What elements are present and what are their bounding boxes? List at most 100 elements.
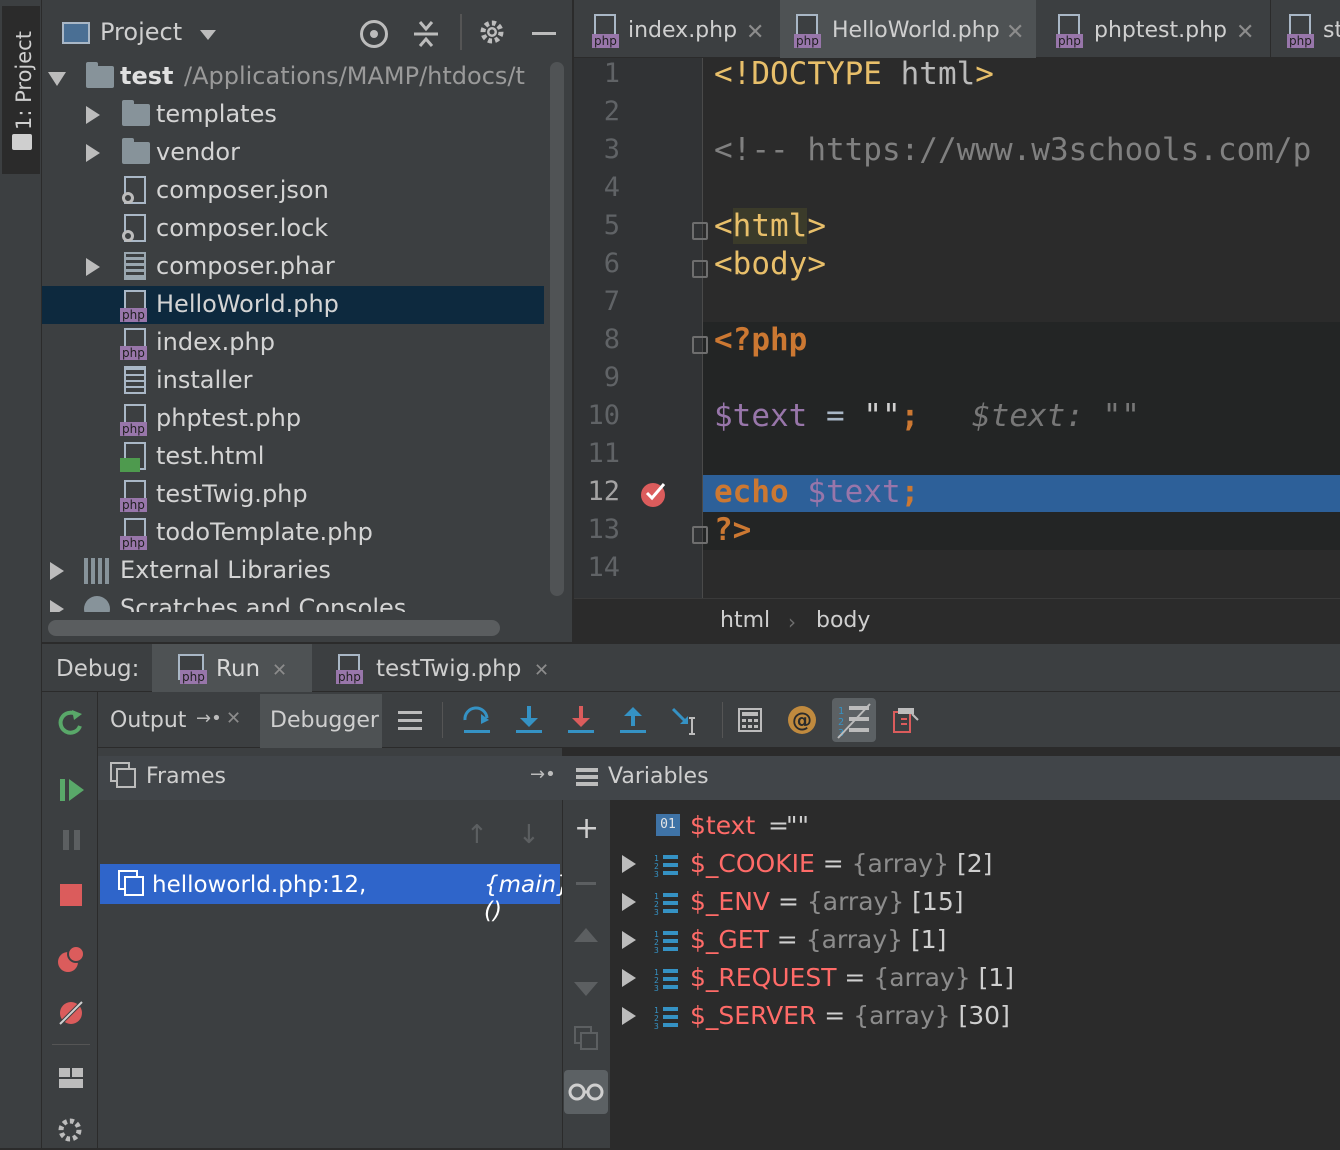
pause-icon[interactable]	[60, 828, 84, 852]
close-icon[interactable]: ✕	[746, 20, 764, 45]
tree-root[interactable]: test /Applications/MAMP/htdocs/t	[42, 58, 544, 96]
expand-arrow-icon[interactable]	[86, 106, 100, 124]
variables-icon	[576, 766, 598, 788]
tree-item-composer-lock[interactable]: composer.lock	[42, 210, 544, 248]
tree-item-composer-phar[interactable]: composer.phar	[42, 248, 544, 286]
rerun-icon[interactable]	[56, 708, 84, 736]
view-breakpoints-icon[interactable]	[56, 944, 86, 974]
tab-testtwig-php[interactable]: php testTwig.php ✕	[318, 644, 568, 692]
close-icon[interactable]: ✕	[226, 708, 241, 729]
expand-arrow-icon[interactable]	[50, 600, 64, 612]
variable-value: [1]	[903, 925, 947, 954]
project-tool-window-label[interactable]: 1: Project	[4, 20, 38, 130]
at-sign-icon[interactable]: @	[788, 706, 816, 734]
variable-name: $_REQUEST	[690, 963, 837, 992]
expand-arrow-icon[interactable]	[622, 969, 636, 987]
fold-icon[interactable]	[692, 222, 708, 240]
tab-st[interactable]: php st	[1270, 0, 1340, 58]
project-title[interactable]: Project	[100, 18, 182, 46]
fold-icon[interactable]	[692, 260, 708, 278]
expand-arrow-icon[interactable]	[86, 144, 100, 162]
breadcrumb-item-body[interactable]: body	[816, 608, 870, 633]
duplicate-watch-icon[interactable]	[574, 1026, 600, 1052]
force-step-into-icon[interactable]	[566, 704, 596, 736]
tab-helloworld-php[interactable]: php HelloWorld.php ✕	[780, 0, 1036, 62]
tab-index-php[interactable]: php index.php ✕	[578, 0, 774, 58]
tree-item-vendor[interactable]: vendor	[42, 134, 544, 172]
close-icon[interactable]: ✕	[1236, 20, 1254, 45]
expand-arrow-icon[interactable]	[622, 855, 636, 873]
tree-item-helloworld-php[interactable]: php HelloWorld.php	[42, 286, 544, 324]
tab-run[interactable]: php Run ✕	[152, 644, 312, 692]
step-out-icon[interactable]	[618, 704, 648, 736]
gear-icon[interactable]	[478, 18, 506, 46]
expand-arrow-icon[interactable]	[622, 931, 636, 949]
frame-location: helloworld.php:12,	[152, 872, 374, 898]
tab-output[interactable]: Output →• ✕	[98, 694, 256, 748]
expand-arrow-icon[interactable]	[622, 1007, 636, 1025]
watches-toggle[interactable]	[564, 1070, 608, 1114]
run-to-cursor-icon[interactable]	[670, 704, 702, 736]
expand-arrow-icon[interactable]	[50, 562, 64, 580]
variable-value: [15]	[904, 887, 964, 916]
arrow-down-icon[interactable]: ↓	[518, 820, 540, 850]
hide-panel-icon[interactable]	[532, 32, 556, 35]
variable-token: $text	[807, 474, 901, 510]
close-icon[interactable]: ✕	[534, 660, 549, 681]
settings-icon[interactable]	[56, 1116, 86, 1146]
show-values-toggle[interactable]: 123	[832, 698, 876, 742]
show-execution-point-icon[interactable]	[396, 708, 424, 734]
pin-icon[interactable]: →•	[196, 708, 222, 729]
tag-close: >	[807, 246, 826, 282]
evaluate-expression-icon[interactable]	[738, 708, 762, 732]
tab-phptest-php[interactable]: php phptest.php ✕	[1042, 0, 1264, 58]
tree-item-todotemplate-php[interactable]: php todoTemplate.php	[42, 514, 544, 552]
pin-icon[interactable]: →•	[530, 764, 556, 785]
arrow-up-icon[interactable]: ↑	[466, 820, 488, 850]
frame-row[interactable]: helloworld.php:12, {main}()	[100, 864, 571, 924]
tree-item-label: composer.lock	[156, 214, 329, 242]
tree-item-external-libraries[interactable]: External Libraries	[42, 552, 544, 590]
collapse-all-icon[interactable]	[412, 20, 440, 48]
resume-icon[interactable]	[58, 776, 86, 804]
close-icon[interactable]: ✕	[272, 660, 287, 681]
close-icon[interactable]: ✕	[1006, 20, 1024, 45]
tree-item-installer[interactable]: installer	[42, 362, 544, 400]
php-badge: php	[794, 34, 821, 48]
tree-item-testtwig-php[interactable]: php testTwig.php	[42, 476, 544, 514]
layout-icon[interactable]	[58, 1066, 84, 1090]
fold-icon[interactable]	[692, 336, 708, 354]
php-badge: php	[120, 498, 147, 512]
chevron-down-icon[interactable]	[200, 30, 216, 40]
expand-arrow-icon[interactable]	[86, 258, 100, 276]
tree-item-phptest-php[interactable]: php phptest.php	[42, 400, 544, 438]
add-watch-icon[interactable]: +	[574, 814, 599, 844]
horizontal-scrollbar[interactable]	[48, 620, 500, 636]
expand-arrow-icon[interactable]	[622, 893, 636, 911]
step-into-icon[interactable]	[514, 704, 544, 736]
fold-icon[interactable]	[692, 526, 708, 544]
step-over-icon[interactable]	[462, 704, 492, 736]
restore-layout-icon[interactable]	[892, 706, 920, 734]
tree-item-scratches[interactable]: Scratches and Consoles	[42, 590, 544, 612]
line-number: 6	[603, 248, 620, 279]
tree-item-composer-json[interactable]: composer.json	[42, 172, 544, 210]
tag-open: <	[714, 208, 733, 244]
tree-item-templates[interactable]: templates	[42, 96, 544, 134]
tab-label: HelloWorld.php	[832, 18, 1000, 43]
remove-watch-icon[interactable]	[576, 882, 596, 885]
tab-label: Debugger	[270, 708, 379, 733]
breadcrumb-item-html[interactable]: html	[720, 608, 770, 633]
tree-item-test-html[interactable]: test.html	[42, 438, 544, 476]
expand-arrow-icon[interactable]	[48, 72, 66, 86]
vertical-scrollbar[interactable]	[550, 62, 564, 596]
mute-breakpoints-icon[interactable]	[56, 998, 86, 1028]
tree-item-index-php[interactable]: php index.php	[42, 324, 544, 362]
stop-icon[interactable]	[60, 884, 82, 906]
move-up-icon[interactable]	[574, 928, 598, 942]
tree-item-label: phptest.php	[156, 404, 302, 432]
breakpoint-icon[interactable]	[640, 480, 668, 508]
tab-label: testTwig.php	[376, 656, 522, 682]
move-down-icon[interactable]	[574, 982, 598, 996]
tab-debugger[interactable]: Debugger	[260, 694, 382, 748]
